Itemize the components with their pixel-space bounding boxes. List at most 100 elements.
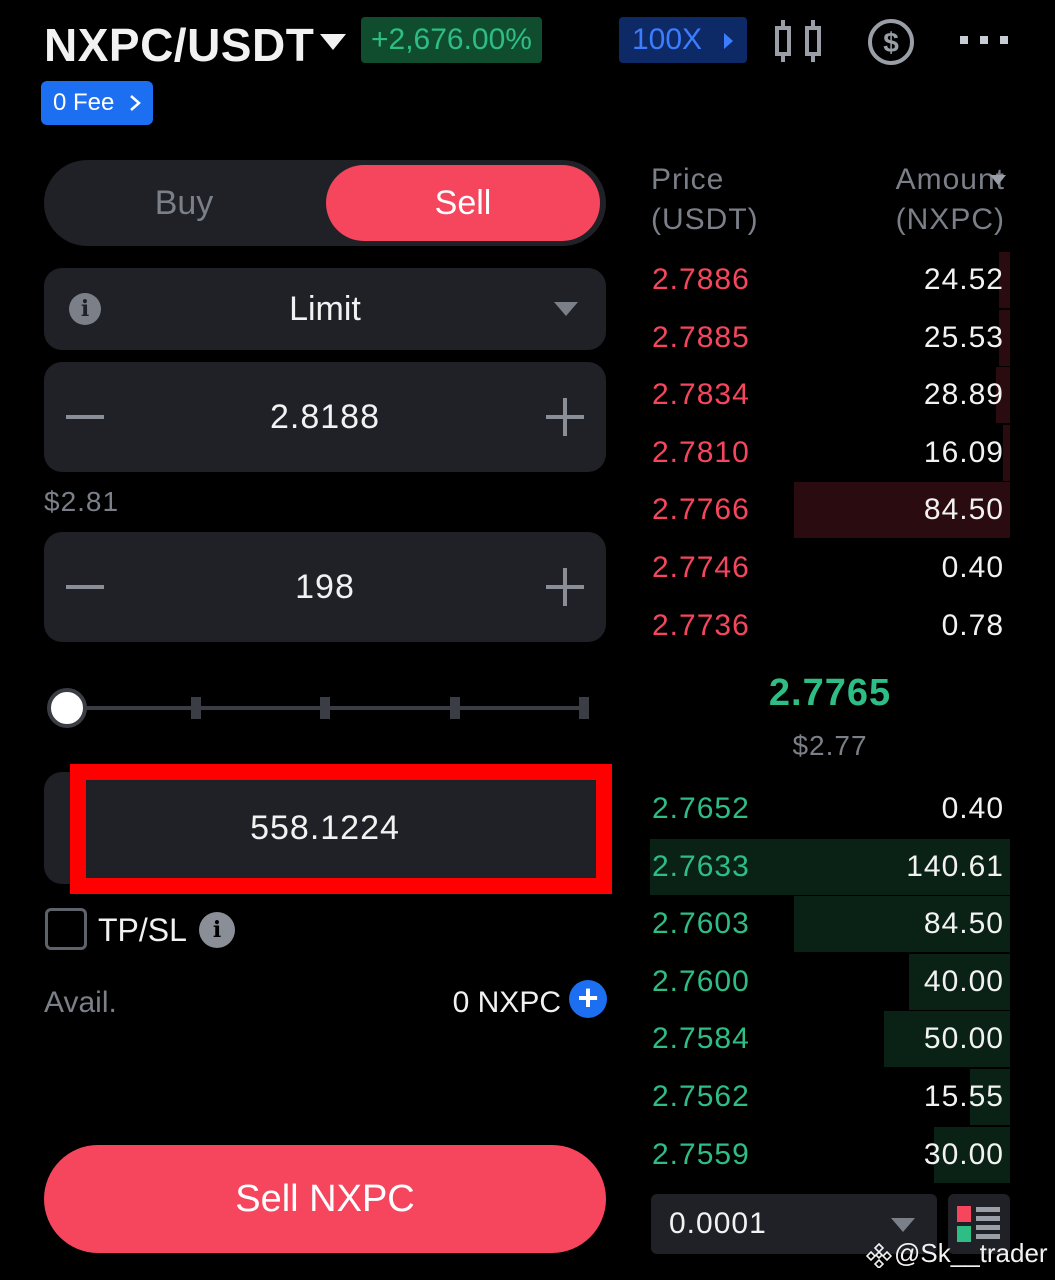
- ask-amount: 24.52: [923, 263, 1004, 296]
- avail-label: Avail.: [44, 986, 117, 1019]
- slider-tick-25[interactable]: [191, 697, 201, 719]
- bid-price: 2.7600: [652, 964, 750, 998]
- watermark: @Sk__trader: [865, 1238, 1048, 1270]
- price-input[interactable]: 2.8188: [44, 362, 606, 472]
- pair-dropdown-icon[interactable]: [320, 34, 346, 50]
- bid-price: 2.7633: [652, 849, 750, 883]
- price-header-unit: (USDT): [651, 203, 759, 236]
- ask-row[interactable]: 2.7885 25.53: [650, 309, 1010, 366]
- price-increase-button[interactable]: [526, 362, 606, 472]
- info-icon[interactable]: i: [199, 912, 235, 948]
- plus-icon-vertical: [563, 398, 567, 436]
- bid-amount: 140.61: [906, 849, 1004, 883]
- amount-decrease-button[interactable]: [44, 532, 124, 642]
- zero-fee-badge[interactable]: 0 Fee: [41, 81, 153, 125]
- precision-value: 0.0001: [669, 1207, 767, 1240]
- bid-amount: 84.50: [923, 907, 1004, 941]
- candlestick-chart-icon[interactable]: [774, 18, 824, 64]
- amount-slider-thumb[interactable]: [47, 688, 87, 728]
- tpsl-label: TP/SL: [98, 912, 187, 948]
- bid-price: 2.7562: [652, 1080, 750, 1113]
- ask-row[interactable]: 2.7736 0.78: [650, 598, 1010, 654]
- price-stepper: 2.8188: [44, 362, 606, 472]
- sell-submit-button[interactable]: Sell NXPC: [44, 1145, 606, 1253]
- chevron-right-icon: [130, 95, 141, 111]
- ask-price: 2.7766: [652, 493, 750, 527]
- fee-label: 0 Fee: [53, 89, 115, 116]
- slider-tick-100[interactable]: [579, 697, 589, 719]
- bid-row[interactable]: 2.7603 84.50: [650, 896, 1010, 953]
- bid-amount: 30.00: [923, 1137, 1004, 1171]
- chevron-down-icon: [891, 1218, 915, 1232]
- tab-buy[interactable]: Buy: [44, 160, 324, 246]
- ask-amount: 25.53: [923, 320, 1004, 354]
- bid-row[interactable]: 2.7652 0.40: [650, 781, 1010, 837]
- last-price-usd: $2.77: [792, 730, 868, 761]
- amount-input[interactable]: 198: [44, 532, 606, 642]
- amount-header[interactable]: Amount (NXPC): [896, 160, 1005, 240]
- order-type-select[interactable]: i Limit: [44, 268, 606, 350]
- bid-amount: 40.00: [923, 964, 1004, 998]
- leverage-label: 100X: [632, 23, 703, 56]
- ask-amount: 16.09: [923, 435, 1004, 469]
- bid-amount: 0.40: [941, 792, 1004, 825]
- tab-sell[interactable]: Sell: [326, 165, 600, 241]
- chevron-down-icon: [554, 302, 578, 316]
- price-decrease-button[interactable]: [44, 362, 124, 472]
- tpsl-checkbox[interactable]: [45, 908, 87, 950]
- bid-price: 2.7652: [652, 792, 750, 825]
- watermark-text: @Sk__trader: [894, 1238, 1048, 1268]
- ask-amount: 0.78: [941, 608, 1004, 642]
- ask-row[interactable]: 2.7766 84.50: [650, 482, 1010, 539]
- slider-tick-50[interactable]: [320, 697, 330, 719]
- ask-price: 2.7886: [652, 263, 750, 296]
- plus-icon-vertical: [563, 568, 567, 606]
- ask-price: 2.7736: [652, 608, 750, 642]
- side-toggle: Buy Sell: [44, 160, 606, 246]
- amount-header-label: Amount: [895, 163, 1005, 196]
- minus-icon: [66, 415, 104, 419]
- price-header: Price (USDT): [651, 160, 759, 240]
- ask-row[interactable]: 2.7746 0.40: [650, 540, 1010, 596]
- total-input[interactable]: 558.1224: [44, 772, 606, 884]
- pair-title[interactable]: NXPC/USDT: [44, 18, 314, 72]
- minus-icon: [66, 585, 104, 589]
- bid-price: 2.7559: [652, 1137, 750, 1171]
- slider-tick-75[interactable]: [450, 697, 460, 719]
- ask-row[interactable]: 2.7886 24.52: [650, 252, 1010, 308]
- bid-row[interactable]: 2.7584 50.00: [650, 1011, 1010, 1068]
- ask-amount: 84.50: [923, 493, 1004, 527]
- plus-circle-icon[interactable]: +: [569, 980, 607, 1018]
- last-price: 2.7765: [768, 672, 892, 714]
- ask-amount: 28.89: [923, 378, 1004, 412]
- amount-increase-button[interactable]: [526, 532, 606, 642]
- ask-row[interactable]: 2.7834 28.89: [650, 367, 1010, 424]
- dollar-coin-icon[interactable]: $: [866, 17, 916, 67]
- caret-down-icon[interactable]: [990, 175, 1006, 185]
- bid-amount: 50.00: [923, 1022, 1004, 1056]
- amount-stepper: 198: [44, 532, 606, 642]
- binance-logo-icon: [865, 1242, 893, 1270]
- bid-amount: 15.55: [923, 1080, 1004, 1113]
- more-icon[interactable]: [958, 33, 1010, 47]
- bid-row[interactable]: 2.7559 30.00: [650, 1126, 1010, 1183]
- bid-row[interactable]: 2.7562 15.55: [650, 1069, 1010, 1125]
- order-type-label: Limit: [289, 290, 361, 328]
- ask-price: 2.7834: [652, 378, 750, 412]
- bid-row[interactable]: 2.7600 40.00: [650, 953, 1010, 1010]
- leverage-button[interactable]: 100X: [619, 17, 747, 63]
- ask-price: 2.7810: [652, 435, 750, 469]
- bid-price: 2.7603: [652, 907, 750, 941]
- ask-price: 2.7746: [652, 551, 750, 584]
- price-change-badge: +2,676.00%: [361, 17, 542, 63]
- svg-text:$: $: [883, 27, 899, 58]
- ask-amount: 0.40: [941, 551, 1004, 584]
- price-header-label: Price: [651, 163, 725, 196]
- ask-price: 2.7885: [652, 320, 750, 354]
- play-arrow-icon: [724, 33, 733, 49]
- price-usd-equivalent: $2.81: [44, 486, 120, 517]
- bid-row[interactable]: 2.7633 140.61: [650, 838, 1010, 895]
- avail-value: 0 NXPC: [452, 986, 561, 1019]
- ask-row[interactable]: 2.7810 16.09: [650, 424, 1010, 481]
- bid-price: 2.7584: [652, 1022, 750, 1056]
